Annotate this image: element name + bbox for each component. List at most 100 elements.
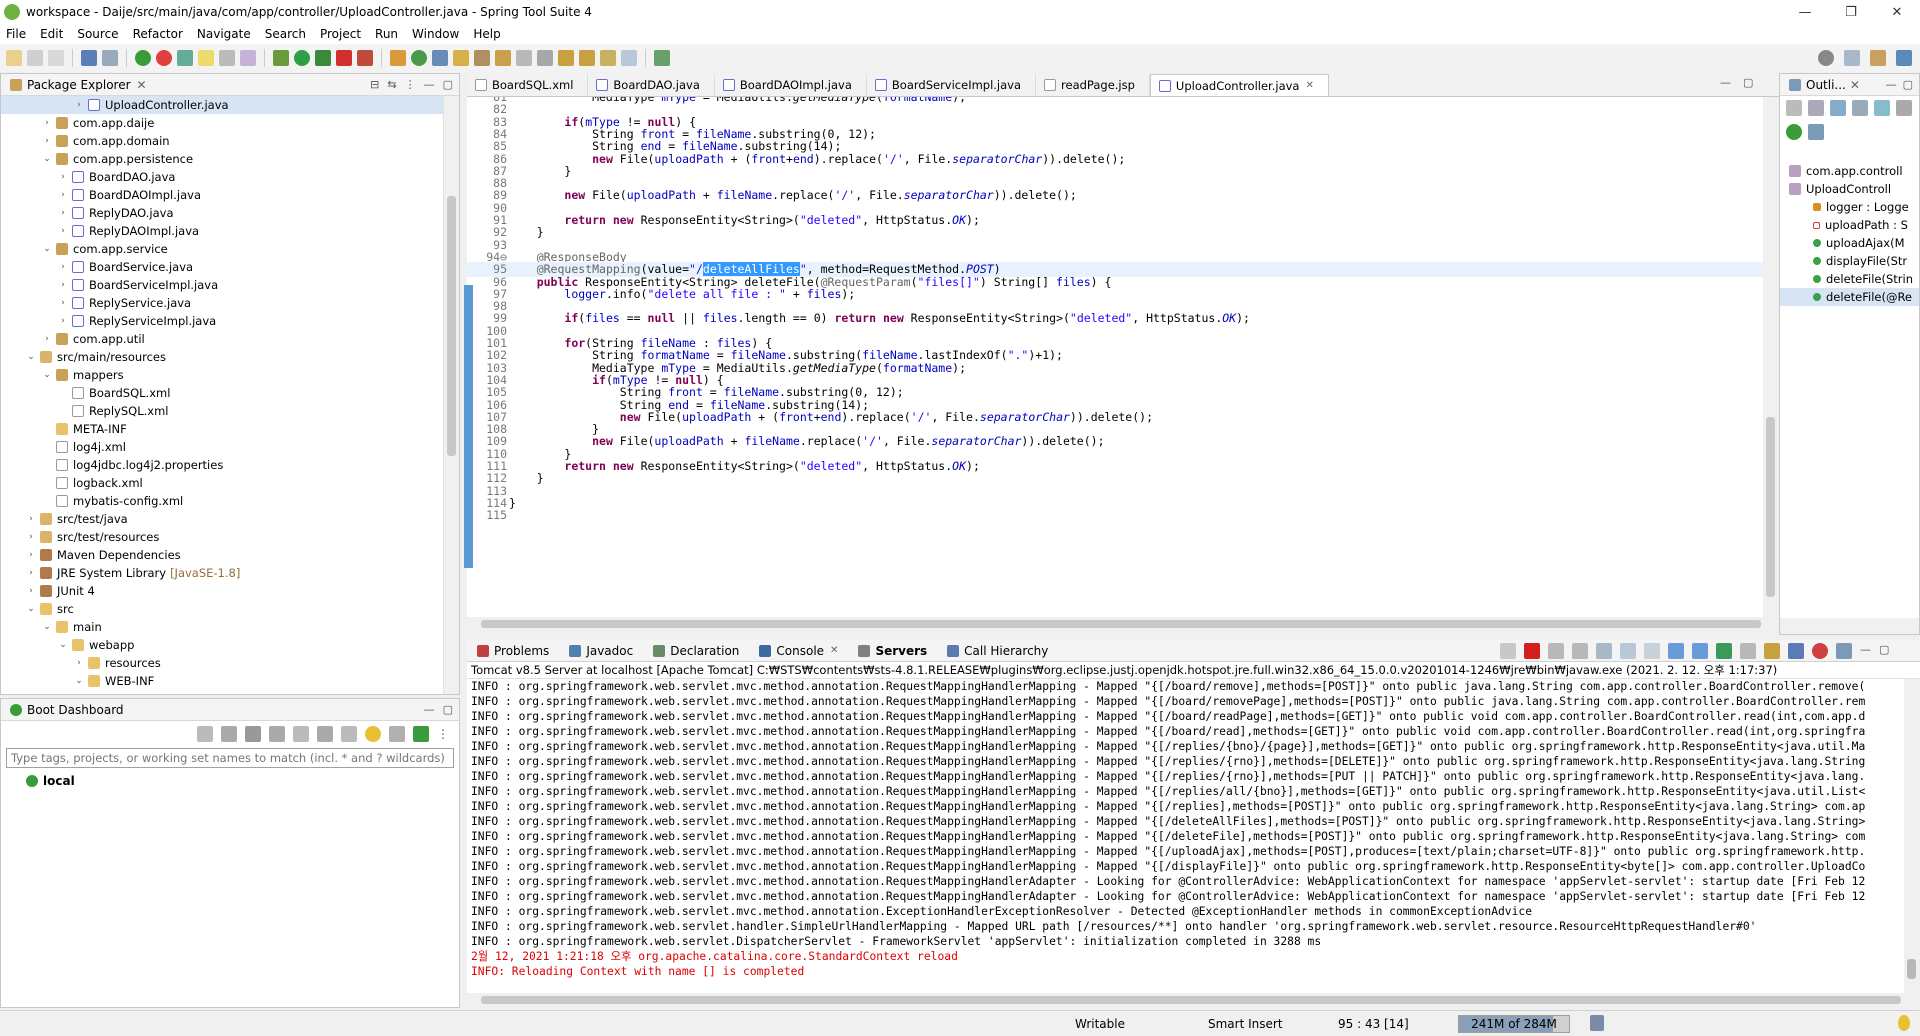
highlight-icon[interactable] [198, 50, 214, 66]
heap-status[interactable]: 241M of 284M [1458, 1015, 1570, 1033]
display-console-icon[interactable] [1740, 643, 1756, 659]
console-icon[interactable] [293, 726, 309, 742]
stop-icon[interactable] [245, 726, 261, 742]
code-editor[interactable]: 81 MediaType mType = MediaUtils.getMedia… [467, 97, 1763, 617]
bottom-tab[interactable]: Call Hierarchy [937, 644, 1058, 658]
outline-item[interactable]: deleteFile(@Re [1780, 288, 1919, 306]
view-menu-icon[interactable]: ⋮ [437, 727, 449, 741]
open-folder-icon[interactable] [432, 50, 448, 66]
next-annotation-icon[interactable] [516, 50, 532, 66]
debug-icon[interactable] [221, 726, 237, 742]
package-explorer-item[interactable]: › JRE System Library [JavaSE-1.8] [1, 564, 443, 582]
tree-toggle-icon[interactable]: › [57, 298, 69, 308]
stop-icon[interactable] [336, 50, 352, 66]
package-explorer-item[interactable]: › ReplyDAOImpl.java [1, 222, 443, 240]
maximize-view-icon[interactable]: ▢ [443, 703, 453, 716]
close-tab-icon[interactable]: ✕ [830, 645, 838, 656]
scrollbar-thumb[interactable] [481, 620, 1761, 628]
open-resource-icon[interactable] [453, 50, 469, 66]
package-explorer-item[interactable]: ReplySQL.xml [1, 402, 443, 420]
package-explorer-scrollbar[interactable] [443, 96, 459, 694]
outline-item[interactable]: displayFile(Str [1780, 252, 1919, 270]
new-java-class-icon[interactable] [411, 50, 427, 66]
bottom-tab[interactable]: Declaration [643, 644, 749, 658]
scrollbar-thumb[interactable] [1907, 959, 1916, 979]
last-edit-icon[interactable] [579, 50, 595, 66]
java-perspective-icon[interactable] [1870, 50, 1886, 66]
new-console-icon[interactable] [1836, 643, 1852, 659]
focus-icon[interactable] [1808, 124, 1824, 140]
minimize-view-icon[interactable]: — [424, 78, 435, 91]
link-icon[interactable] [1786, 124, 1802, 140]
tree-toggle-icon[interactable]: ⌄ [57, 640, 69, 650]
tree-toggle-icon[interactable]: ⌄ [25, 604, 37, 614]
package-explorer-item[interactable]: mybatis-config.xml [1, 492, 443, 510]
tree-toggle-icon[interactable]: › [57, 208, 69, 218]
new-icon[interactable] [6, 50, 22, 66]
menu-edit[interactable]: Edit [40, 27, 63, 41]
annotation-icon[interactable] [495, 50, 511, 66]
forward-history-icon[interactable] [621, 50, 637, 66]
editor-tab[interactable]: BoardSQL.xml [467, 74, 589, 96]
package-explorer-item[interactable]: › ReplyServiceImpl.java [1, 312, 443, 330]
menu-file[interactable]: File [6, 27, 26, 41]
external-tools-icon[interactable] [357, 50, 373, 66]
start-icon[interactable] [197, 726, 213, 742]
perspective-icon[interactable] [1844, 50, 1860, 66]
package-explorer-item[interactable]: › BoardServiceImpl.java [1, 276, 443, 294]
outline-item[interactable]: logger : Logge [1780, 198, 1919, 216]
tree-toggle-icon[interactable]: › [73, 100, 85, 110]
editor-tab[interactable]: UploadController.java ✕ [1149, 74, 1329, 96]
package-explorer-item[interactable]: ⌄ src [1, 600, 443, 618]
package-explorer-item[interactable]: › BoardDAO.java [1, 168, 443, 186]
tree-toggle-icon[interactable]: ⌄ [41, 154, 53, 164]
tree-toggle-icon[interactable]: ⌄ [41, 370, 53, 380]
sort-icon[interactable] [1808, 100, 1824, 116]
hide-nonpublic-icon[interactable] [1874, 100, 1890, 116]
back-icon[interactable] [558, 50, 574, 66]
toggle-icon[interactable] [219, 50, 235, 66]
editor-horizontal-scrollbar[interactable] [467, 617, 1779, 631]
terminate-icon[interactable] [1524, 643, 1540, 659]
editor-tab[interactable]: BoardDAOImpl.java [715, 74, 867, 96]
previous-annotation-icon[interactable] [537, 50, 553, 66]
package-explorer-item[interactable]: › BoardDAOImpl.java [1, 186, 443, 204]
outline-horizontal-scrollbar[interactable] [1780, 618, 1919, 634]
package-explorer-item[interactable]: ⌄ com.app.persistence [1, 150, 443, 168]
open-config-icon[interactable] [341, 726, 357, 742]
show-on-stderr-icon[interactable] [1692, 643, 1708, 659]
package-explorer-item[interactable]: › src/test/resources [1, 528, 443, 546]
minimize-view-icon[interactable]: — [424, 703, 435, 716]
pin-icon[interactable] [474, 50, 490, 66]
tree-toggle-icon[interactable]: › [57, 262, 69, 272]
tree-toggle-icon[interactable]: ⌄ [41, 622, 53, 632]
tree-toggle-icon[interactable]: › [57, 172, 69, 182]
filter-icon[interactable] [389, 726, 405, 742]
minimize-editor-icon[interactable]: — [1720, 76, 1731, 89]
package-explorer-item[interactable]: log4jdbc.log4j2.properties [1, 456, 443, 474]
pin-console-icon[interactable] [1716, 643, 1732, 659]
build-icon[interactable] [177, 50, 193, 66]
package-explorer-item[interactable]: ⌄ webapp [1, 636, 443, 654]
tree-toggle-icon[interactable]: › [57, 316, 69, 326]
hide-local-types-icon[interactable] [1896, 100, 1912, 116]
tree-toggle-icon[interactable]: › [41, 118, 53, 128]
maximize-editor-icon[interactable]: ▢ [1743, 76, 1753, 89]
tree-toggle-icon[interactable]: › [25, 586, 37, 596]
save-all-icon[interactable] [48, 50, 64, 66]
restart-icon[interactable] [269, 726, 285, 742]
console-horizontal-scrollbar[interactable] [467, 993, 1920, 1007]
package-explorer-title[interactable]: Package Explorer [27, 78, 131, 92]
tree-toggle-icon[interactable]: ⌄ [73, 676, 85, 686]
collapse-all-icon[interactable]: ⊟ [370, 78, 379, 91]
close-view-icon[interactable]: ✕ [1850, 78, 1860, 92]
package-explorer-item[interactable]: › ReplyDAO.java [1, 204, 443, 222]
outline-item[interactable]: UploadControll [1780, 180, 1919, 198]
maximize-view-icon[interactable]: ▢ [443, 78, 453, 91]
package-explorer-item[interactable]: › com.app.domain [1, 132, 443, 150]
boot-dashboard-title[interactable]: Boot Dashboard [27, 703, 124, 717]
reconnect-icon[interactable] [1500, 643, 1516, 659]
minimize-view-icon[interactable]: — [1886, 78, 1897, 91]
tree-toggle-icon[interactable]: › [57, 280, 69, 290]
menu-project[interactable]: Project [320, 27, 361, 41]
